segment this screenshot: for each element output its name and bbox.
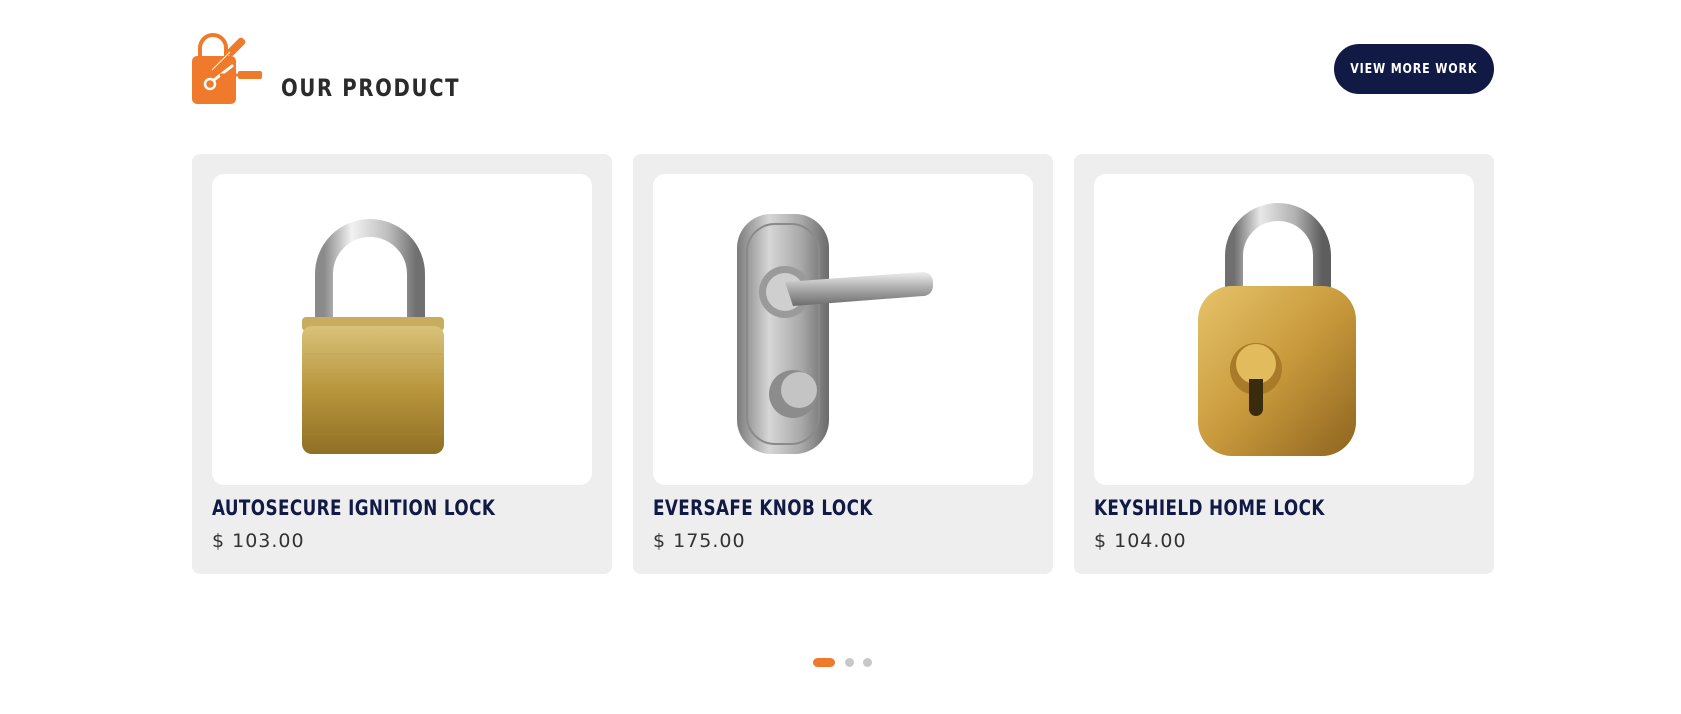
product-name[interactable]: KEYSHIELD HOME LOCK — [1094, 496, 1325, 520]
lock-and-tools-icon — [192, 30, 266, 106]
pagination-dot[interactable] — [863, 658, 872, 667]
product-name[interactable]: EVERSAFE KNOB LOCK — [653, 496, 873, 520]
pagination-dot-active[interactable] — [813, 658, 835, 667]
view-more-work-label: VIEW MORE WORK — [1350, 61, 1478, 77]
product-price: $ 103.00 — [212, 530, 305, 552]
product-section: OUR PRODUCT VIEW MORE WORK AUTOSECURE IG… — [0, 0, 1681, 714]
door-lever-handle-image[interactable] — [653, 174, 1033, 485]
product-price: $ 104.00 — [1094, 530, 1187, 552]
section-header: OUR PRODUCT VIEW MORE WORK — [192, 30, 1494, 110]
pagination-dot[interactable] — [845, 658, 854, 667]
product-carousel: AUTOSECURE IGNITION LOCK $ 103.00 EVERSA… — [192, 154, 1494, 574]
view-more-work-button[interactable]: VIEW MORE WORK — [1334, 44, 1494, 94]
section-title: OUR PRODUCT — [281, 74, 461, 102]
product-name[interactable]: AUTOSECURE IGNITION LOCK — [212, 496, 495, 520]
product-price: $ 175.00 — [653, 530, 746, 552]
product-card[interactable]: EVERSAFE KNOB LOCK $ 175.00 — [633, 154, 1053, 574]
gold-keyhole-padlock-image[interactable] — [1094, 174, 1474, 485]
product-card[interactable]: AUTOSECURE IGNITION LOCK $ 103.00 — [192, 154, 612, 574]
product-card[interactable]: KEYSHIELD HOME LOCK $ 104.00 — [1074, 154, 1494, 574]
brass-padlock-image[interactable] — [212, 174, 592, 485]
